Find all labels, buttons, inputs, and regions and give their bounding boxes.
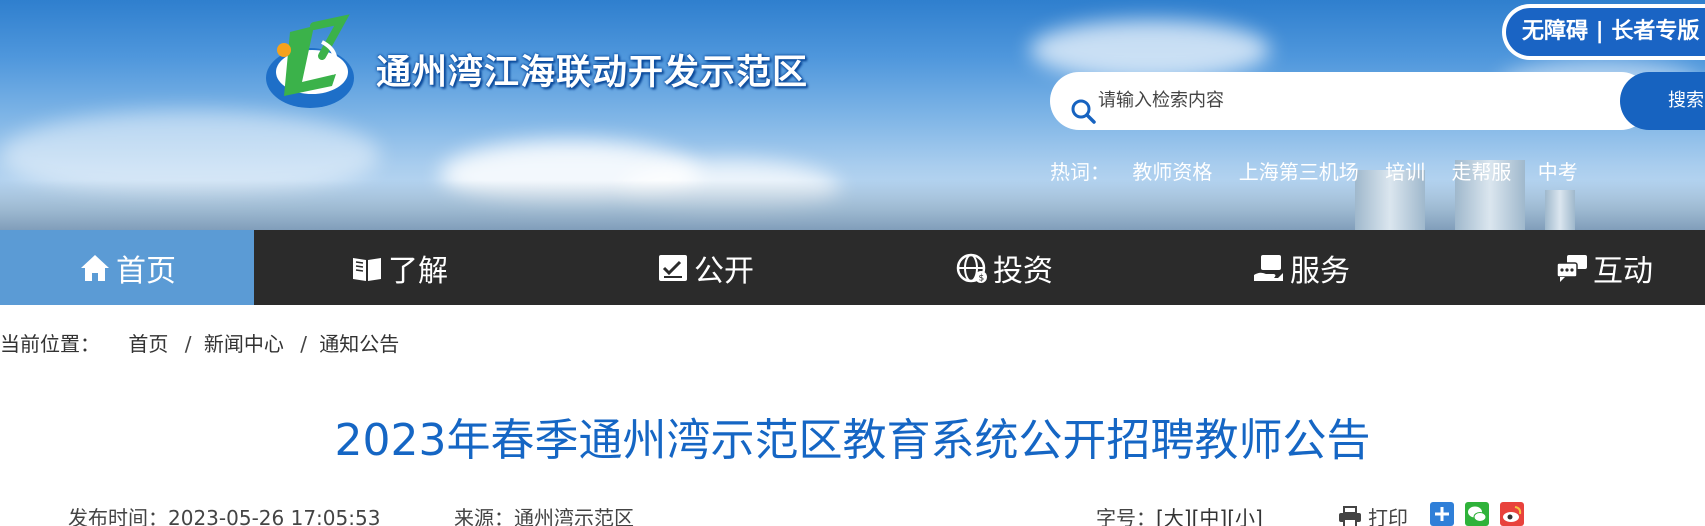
nav-label: 首页 (116, 253, 176, 289)
search-box (1050, 72, 1650, 130)
hotword-link[interactable]: 教师资格 (1132, 160, 1212, 184)
breadcrumb: 当前位置： 首页 / 新闻中心 / 通知公告 (0, 328, 399, 357)
service-hand-icon (1254, 254, 1283, 281)
nav-item-home[interactable]: 首页 (0, 230, 254, 305)
font-size-label: 字号： (1096, 506, 1156, 526)
font-size-control: 字号：[大][中][小] (1096, 502, 1263, 526)
hotword-link[interactable]: 中考 (1538, 160, 1578, 184)
font-size-large[interactable]: [大] (1156, 506, 1192, 526)
site-logo-icon[interactable] (262, 12, 362, 112)
nav-item-service[interactable]: 服务 (1252, 230, 1350, 305)
publish-time-label: 发布时间： (68, 506, 168, 526)
hotwords-label: 热词： (1050, 160, 1110, 184)
breadcrumb-label: 当前位置： (0, 332, 100, 356)
main-nav: 首页 了解 公开 $ 投资 服务 互动 (0, 230, 1705, 305)
breadcrumb-separator: / (300, 332, 307, 356)
banner-tower (1545, 190, 1575, 230)
accessibility-toggle[interactable]: 无障碍 | 长者专版 (1502, 4, 1705, 60)
accessibility-label: 无障碍 | 长者专版 (1506, 8, 1705, 56)
font-size-medium[interactable]: [中] (1192, 506, 1228, 526)
search-input[interactable] (1098, 80, 1588, 120)
chat-icon (1556, 254, 1587, 282)
book-icon (353, 257, 381, 281)
article-title: 2023年春季通州湾示范区教育系统公开招聘教师公告 (334, 415, 1371, 466)
weibo-icon[interactable] (1500, 502, 1524, 526)
checklist-icon (659, 254, 687, 281)
font-size-small[interactable]: [小] (1227, 506, 1263, 526)
source-value: 通州湾示范区 (514, 506, 634, 526)
nav-item-learn[interactable]: 了解 (350, 230, 448, 305)
breadcrumb-home[interactable]: 首页 (128, 332, 168, 356)
publish-time-value: 2023-05-26 17:05:53 (168, 506, 381, 526)
nav-item-interact[interactable]: 互动 (1555, 230, 1653, 305)
wechat-icon[interactable] (1465, 502, 1489, 526)
breadcrumb-notices[interactable]: 通知公告 (319, 332, 399, 356)
nav-label: 互动 (1593, 253, 1653, 289)
search-icon (1071, 99, 1096, 124)
header-banner: 通州湾江海联动开发示范区 无障碍 | 长者专版 搜索 热词： 教师资格 上海第三… (0, 0, 1705, 230)
nav-label: 服务 (1290, 253, 1350, 289)
svg-text:$: $ (979, 273, 985, 283)
nav-item-open[interactable]: 公开 (656, 230, 754, 305)
globe-icon: $ (956, 253, 987, 283)
site-title[interactable]: 通州湾江海联动开发示范区 (376, 44, 808, 95)
nav-label: 投资 (993, 253, 1053, 289)
breadcrumb-news[interactable]: 新闻中心 (204, 332, 284, 356)
source-label: 来源： (454, 506, 514, 526)
home-icon (81, 254, 109, 281)
banner-skyline (0, 180, 1705, 230)
search-button[interactable]: 搜索 (1620, 72, 1705, 130)
printer-icon (1339, 505, 1361, 526)
article-source: 来源：通州湾示范区 (454, 502, 634, 526)
hotword-link[interactable]: 上海第三机场 (1239, 160, 1359, 184)
publish-time: 发布时间：2023-05-26 17:05:53 (68, 502, 380, 526)
breadcrumb-separator: / (184, 332, 192, 356)
nav-item-invest[interactable]: $ 投资 (955, 230, 1053, 305)
nav-label: 公开 (694, 253, 754, 289)
print-label: 打印 (1368, 506, 1408, 526)
share-plus-icon[interactable] (1430, 502, 1454, 526)
hotwords-bar: 热词： 教师资格 上海第三机场 培训 走帮服 中考 (1050, 156, 1598, 185)
nav-label: 了解 (388, 253, 448, 289)
hotword-link[interactable]: 培训 (1385, 160, 1425, 184)
banner-cloud (1030, 20, 1270, 80)
hotword-link[interactable]: 走帮服 (1451, 160, 1511, 184)
print-button[interactable]: 打印 (1338, 502, 1408, 526)
